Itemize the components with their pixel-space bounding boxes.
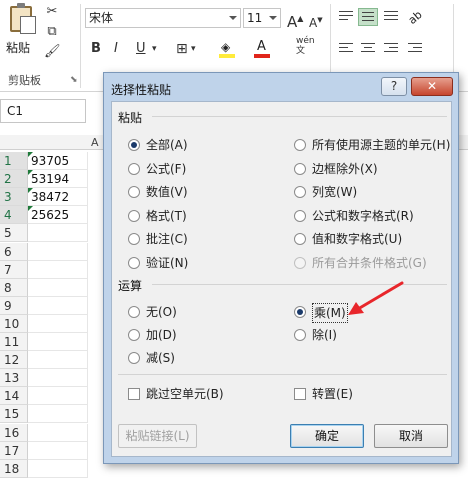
red-arrow-annotation bbox=[348, 281, 404, 315]
